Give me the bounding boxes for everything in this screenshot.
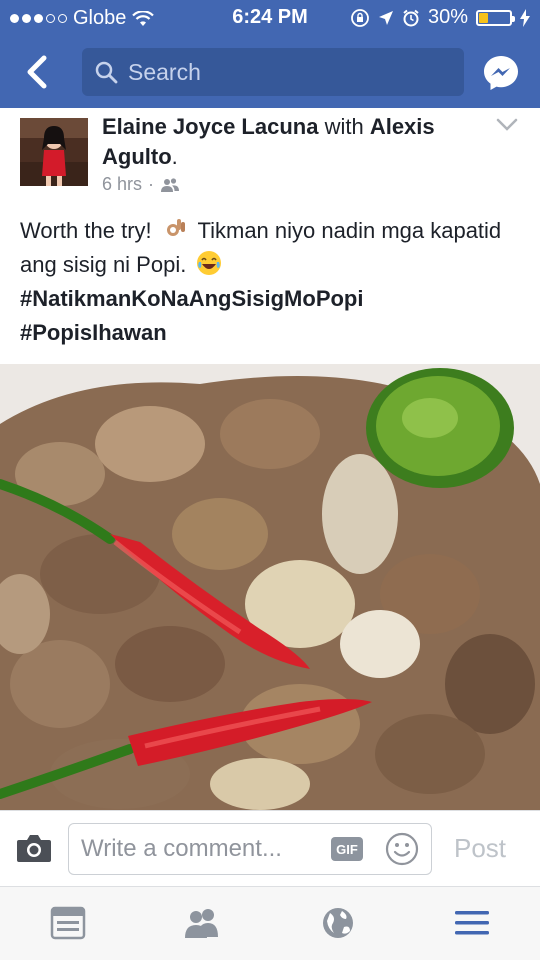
friends-tab-icon[interactable] (182, 905, 222, 941)
chevron-down-icon[interactable] (496, 118, 518, 132)
ok-hand-emoji-icon (166, 219, 185, 236)
post-text-part1: Worth the try! (20, 218, 152, 243)
search-input[interactable] (128, 58, 448, 86)
menu-tab-icon[interactable] (452, 905, 492, 941)
comment-bar: GIF Post (0, 810, 540, 886)
post-text: Worth the try! Tikman niyo nadin mga kap… (20, 214, 525, 350)
author-avatar[interactable] (20, 118, 88, 186)
battery-percent: 30% (427, 6, 468, 28)
gif-button[interactable]: GIF (331, 837, 363, 861)
nav-bar (0, 36, 540, 108)
status-right: 30% (350, 6, 530, 29)
sticker-smile-icon[interactable] (385, 832, 419, 866)
location-icon (378, 10, 393, 25)
globe-notifications-tab-icon[interactable] (318, 905, 358, 941)
post-author-line: Elaine Joyce Lacuna with Alexis Agulto. (102, 112, 482, 172)
search-bar[interactable] (82, 48, 464, 96)
author-name[interactable]: Elaine Joyce Lacuna (102, 114, 318, 139)
tears-of-joy-emoji-icon (197, 251, 222, 275)
friends-audience-icon (161, 177, 180, 192)
post-time[interactable]: 6 hrs (102, 174, 142, 195)
with-word: with (324, 114, 364, 139)
back-arrow-icon[interactable] (18, 50, 58, 94)
hashtag-1[interactable]: #NatikmanKoNaAngSisigMoPopi (20, 282, 525, 316)
comment-box[interactable]: GIF (68, 823, 432, 875)
rotation-lock-icon (351, 8, 369, 27)
post-photo[interactable] (0, 364, 540, 810)
bottom-tab-bar (0, 886, 540, 960)
news-feed-tab-icon[interactable] (48, 905, 88, 941)
comment-input[interactable] (81, 835, 321, 863)
status-bar: Globe 6:24 PM 30% (0, 0, 540, 36)
search-icon (95, 61, 118, 84)
camera-icon[interactable] (16, 833, 52, 863)
top-bar: Globe 6:24 PM 30% (0, 0, 540, 108)
alarm-icon (403, 9, 419, 26)
post-button[interactable]: Post (454, 833, 506, 864)
meta-dot: · (148, 174, 155, 194)
post-meta: 6 hrs · (102, 174, 180, 195)
post-header: Elaine Joyce Lacuna with Alexis Agulto. … (0, 108, 540, 204)
lime-slice (366, 368, 514, 488)
charging-icon (520, 8, 530, 27)
battery-icon (476, 9, 515, 26)
messenger-icon[interactable] (482, 54, 520, 92)
hashtag-2[interactable]: #PopisIhawan (20, 316, 525, 350)
period: . (171, 144, 178, 169)
